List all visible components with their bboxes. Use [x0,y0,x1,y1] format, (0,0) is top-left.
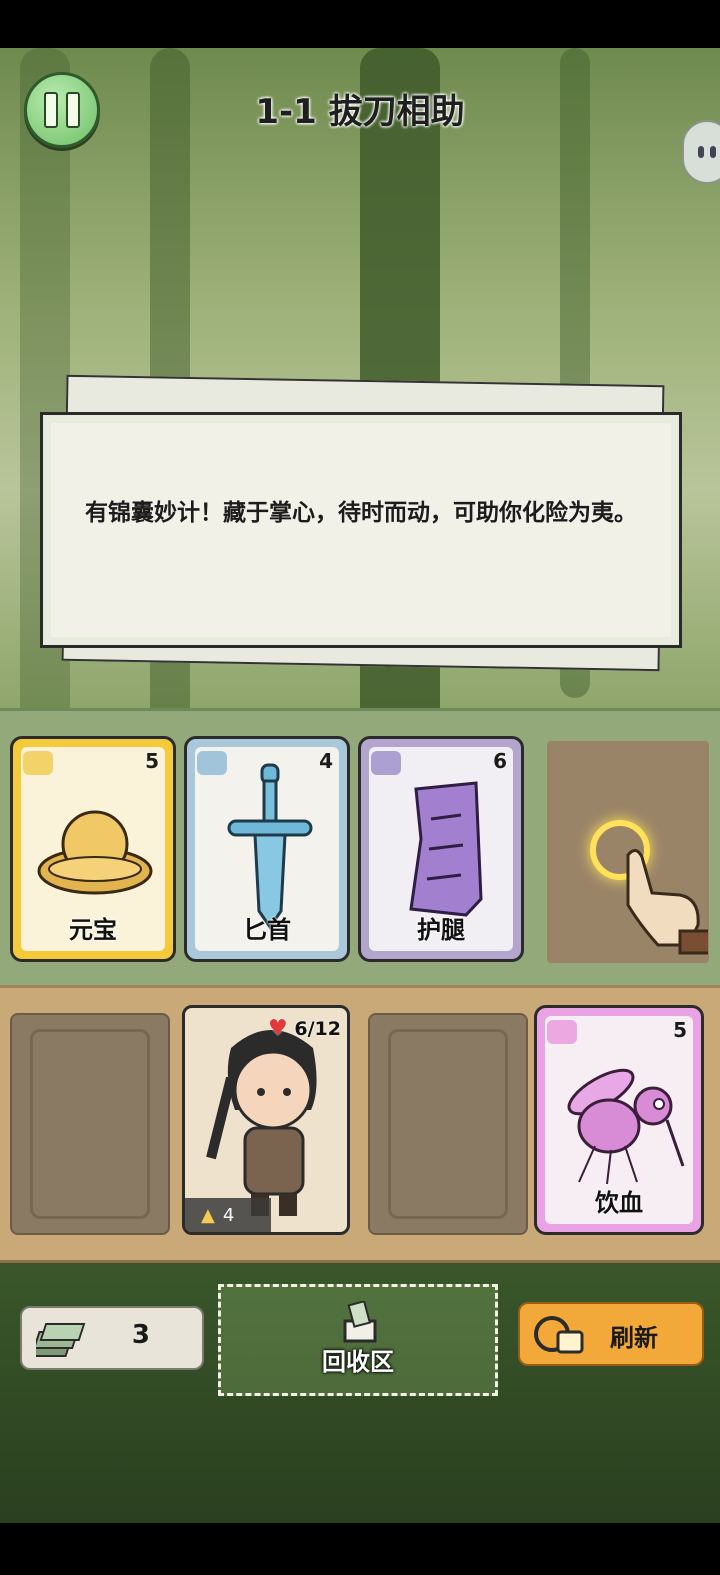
gold-ingot-icon [37,810,153,895]
side-menu-button[interactable] [682,120,720,184]
card-value: 5 [145,749,159,773]
deck-counter[interactable]: 3 [20,1306,204,1370]
card-name: 饮血 [595,1189,643,1217]
card-value: 4 [319,749,333,773]
empty-hand-slot[interactable] [368,1013,528,1235]
level-title: 1-1 拔刀相助 [255,92,465,132]
recycle-box-icon [343,1301,377,1343]
card-leg-guard[interactable]: 6 护腿 [358,736,524,962]
pointing-hand-icon [626,849,708,955]
hero-portrait [206,1030,317,1216]
heart-icon: ♥ [268,1016,288,1041]
hero-hp: ♥ 6/12 [268,1016,341,1041]
refresh-label: 刷新 [610,1324,658,1352]
recycle-zone[interactable]: 回收区 [218,1284,498,1396]
dialog-text: 有锦囊妙计！藏于掌心，待时而动，可助你化险为夷。 [85,500,637,526]
hero-card[interactable]: ♥ 6/12 ▲ 4 [182,1005,350,1235]
hero-hp-value: 6/12 [294,1018,341,1040]
refresh-icon [534,1316,584,1354]
dagger-icon [227,763,313,930]
card-name: 匕首 [243,916,291,944]
hand-outline-icon [388,1029,508,1219]
card-name: 护腿 [417,916,465,944]
mosquito-icon [567,1068,685,1184]
card-name: 元宝 [69,916,117,944]
card-dagger[interactable]: 4 匕首 [184,736,350,962]
hand-outline-icon [30,1029,150,1219]
shield-type-icon [371,751,401,775]
leg-guard-icon [409,781,483,917]
hero-gold-value: 4 [222,1204,235,1226]
tutorial-dialog[interactable]: 有锦囊妙计！藏于掌心，待时而动，可助你化险为夷。 [40,412,682,648]
card-gold-ingot[interactable]: 5 元宝 [10,736,176,962]
deck-count: 3 [131,1320,150,1350]
gold-ingot-icon: ▲ [201,1204,215,1226]
refresh-button[interactable]: 刷新 [518,1302,704,1366]
card-stack-icon [36,1323,86,1357]
card-value: 6 [493,749,507,773]
hero-gold: ▲ 4 [185,1198,271,1232]
empty-hand-slot[interactable] [10,1013,170,1235]
card-mosquito[interactable]: 5 饮血 [534,1005,704,1235]
recycle-label: 回收区 [322,1348,394,1376]
sword-type-icon [197,751,227,775]
gold-type-icon [23,751,53,775]
